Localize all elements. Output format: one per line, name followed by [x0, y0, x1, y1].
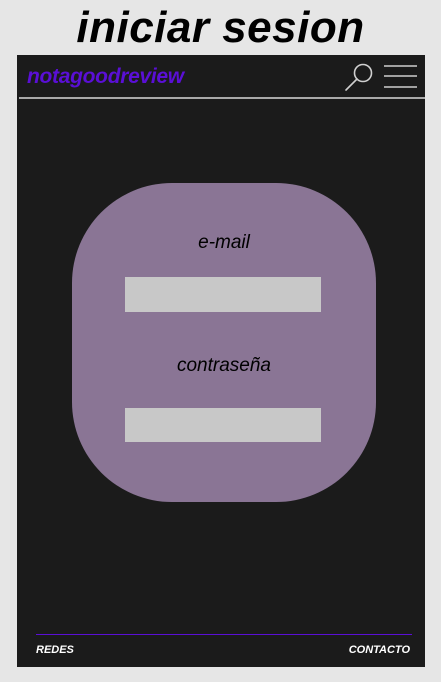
email-input[interactable] [125, 277, 321, 312]
page-title: iniciar sesion [76, 3, 365, 52]
password-label: contraseña [176, 355, 271, 376]
top-navigation-bar: notagoodreview [17, 55, 425, 99]
menu-button[interactable] [382, 63, 420, 91]
hamburger-menu-icon [384, 65, 417, 88]
footer-link-redes[interactable]: REDES [36, 643, 74, 657]
app-screen: notagoodreview e-mail contraseña REDES C… [17, 55, 425, 667]
password-input[interactable] [125, 408, 321, 442]
brand-logo-text[interactable]: notagoodreview [27, 63, 184, 91]
header-divider [19, 97, 425, 99]
footer-link-contacto[interactable]: CONTACTO [349, 643, 410, 657]
login-card: e-mail contraseña [72, 183, 376, 502]
email-label: e-mail [198, 232, 250, 253]
search-button[interactable] [343, 61, 377, 93]
search-icon [345, 63, 373, 91]
footer-divider [36, 634, 412, 635]
